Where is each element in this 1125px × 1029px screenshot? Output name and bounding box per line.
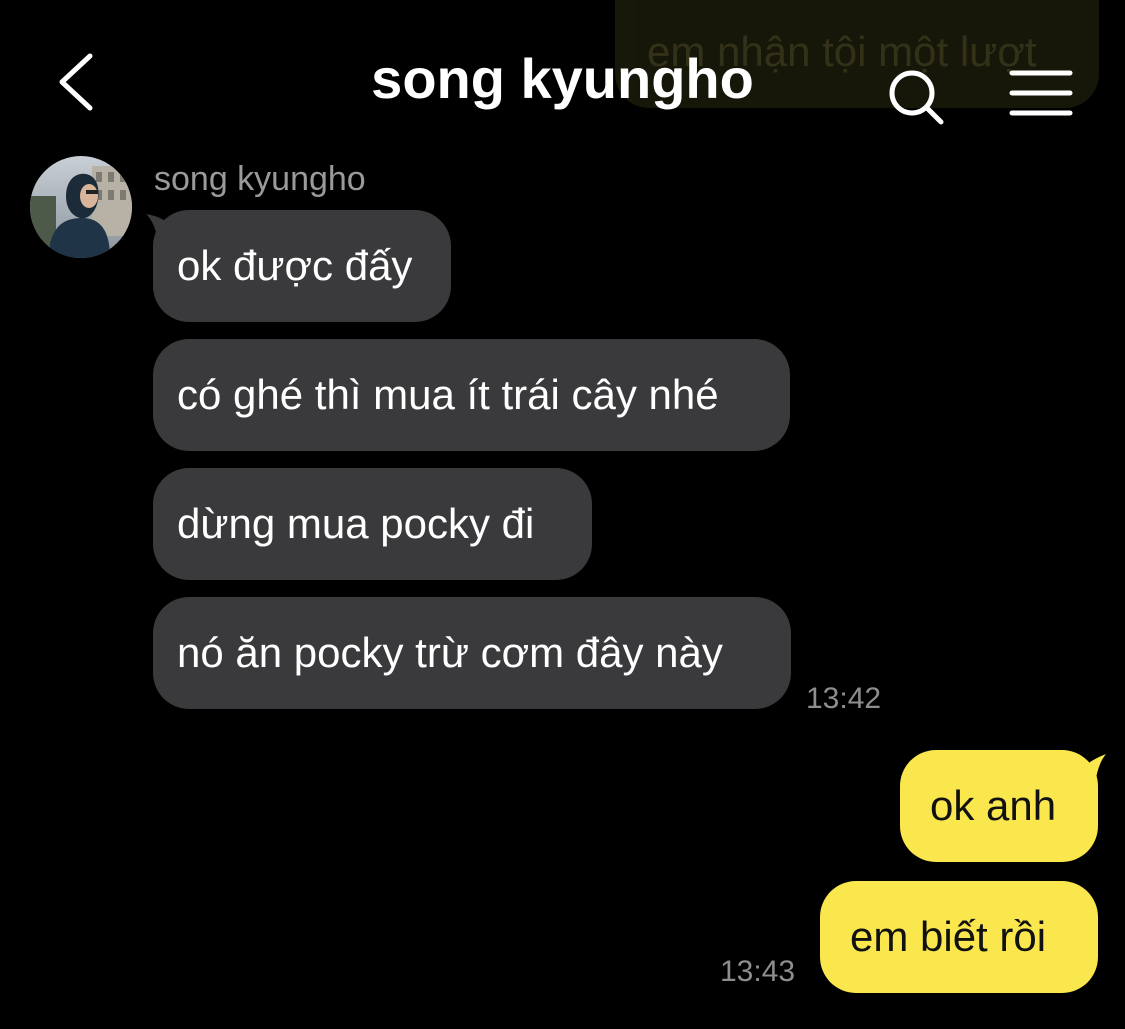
outgoing-timestamp: 13:43 [720,955,796,988]
profile-photo [30,156,132,258]
menu-button[interactable] [1008,66,1074,120]
outgoing-message[interactable]: em biết rồi [820,881,1098,993]
chat-title: song kyungho [371,47,754,110]
contact-avatar[interactable] [30,156,132,258]
hamburger-menu-icon [1009,70,1073,116]
sender-name: song kyungho [154,160,366,198]
chevron-left-icon [59,53,93,111]
back-button[interactable] [50,50,110,114]
search-icon [889,70,944,125]
outgoing-message[interactable]: ok anh [900,750,1098,862]
incoming-message[interactable]: nó ăn pocky trừ cơm đây này [153,597,791,709]
incoming-message[interactable]: có ghé thì mua ít trái cây nhé [153,339,790,451]
search-button[interactable] [885,66,949,130]
incoming-timestamp: 13:42 [806,682,882,715]
incoming-message[interactable]: ok được đấy [153,210,451,322]
incoming-message[interactable]: dừng mua pocky đi [153,468,592,580]
